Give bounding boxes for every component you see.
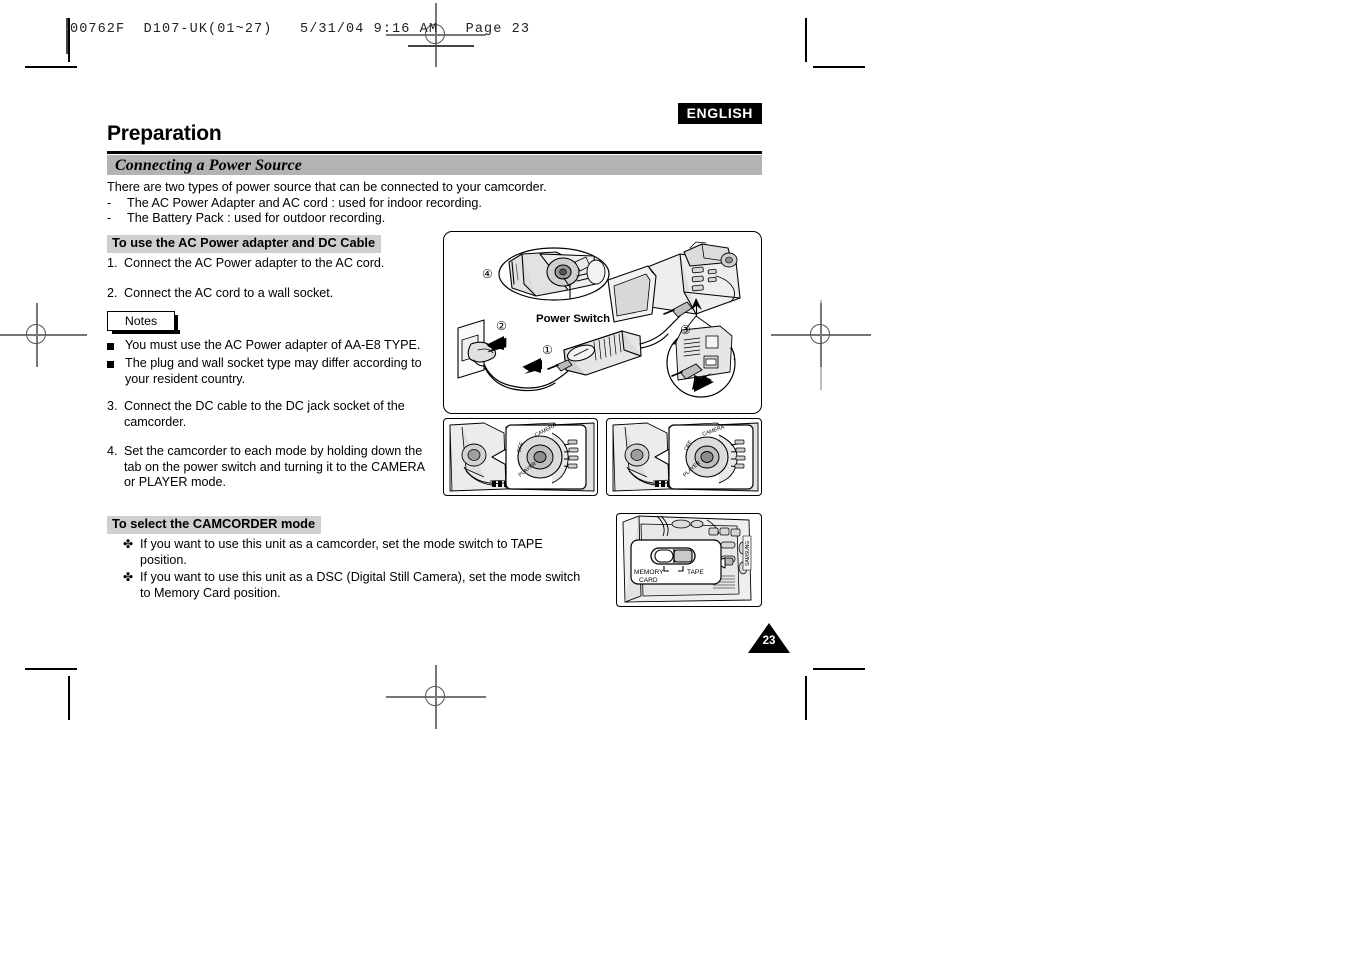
mode-switch-illustration: MEMORY CARD TAPE SAMSUNG — [618, 515, 760, 605]
callout-4: ④ — [482, 267, 493, 281]
bullet-text: If you want to use this unit as a camcor… — [140, 537, 543, 567]
step-text: Connect the AC Power adapter to the AC c… — [124, 256, 385, 270]
notes-label-box: Notes — [107, 311, 180, 334]
intro-item: - The Battery Pack : used for outdoor re… — [107, 211, 747, 227]
section-bar: Connecting a Power Source — [107, 155, 762, 175]
intro-item-text: The AC Power Adapter and AC cord : used … — [127, 195, 482, 210]
square-bullet-icon — [107, 338, 125, 355]
notes-list: You must use the AC Power adapter of AA-… — [107, 338, 437, 389]
figure-power-connection-diagram: ④ ② ① ③ Power Switch — [443, 231, 762, 414]
camcorder-bullet-list: ✤ If you want to use this unit as a camc… — [123, 537, 593, 603]
step-text: Connect the DC cable to the DC jack sock… — [124, 399, 405, 429]
steps-list-top: 1. Connect the AC Power adapter to the A… — [107, 256, 437, 301]
note-text: The plug and wall socket type may differ… — [125, 355, 422, 386]
mode-switch-label-memory: MEMORY — [634, 569, 664, 576]
title-rule — [107, 151, 762, 154]
step-text: Connect the AC cord to a wall socket. — [124, 285, 334, 300]
power-switch-label: Power Switch — [536, 313, 611, 325]
figure-mode-switch: MEMORY CARD TAPE SAMSUNG — [616, 513, 762, 607]
page-number-badge: 23 — [748, 623, 790, 653]
bullet-item: ✤ If you want to use this unit as a DSC … — [123, 570, 593, 602]
square-bullet-icon — [107, 356, 125, 388]
steps-list-bottom: 3. Connect the DC cable to the DC jack s… — [107, 399, 437, 491]
intro-item-text: The Battery Pack : used for outdoor reco… — [127, 211, 386, 226]
page-number: 23 — [762, 635, 776, 647]
step-item: 1. Connect the AC Power adapter to the A… — [107, 256, 437, 272]
manual-page: ENGLISH Preparation Connecting a Power S… — [0, 0, 1351, 954]
intro-lead: There are two types of power source that… — [107, 180, 547, 194]
step-item: 3. Connect the DC cable to the DC jack s… — [107, 399, 437, 430]
fleuron-bullet-icon: ✤ — [123, 537, 134, 551]
brand-label: SAMSUNG — [745, 541, 751, 566]
figure-power-dial-camera: CAMERA OFF PLAYER — [443, 418, 598, 496]
figure-power-dial-player: CAMERA OFF PLAYER — [606, 418, 762, 496]
fleuron-bullet-icon: ✤ — [123, 569, 134, 584]
subheading-camcorder-mode: To select the CAMCORDER mode — [107, 516, 322, 534]
step-number: 4. — [107, 444, 118, 459]
section-bar-label: Connecting a Power Source — [115, 157, 302, 174]
power-dial-illustration-right: CAMERA OFF PLAYER — [609, 421, 759, 493]
power-dial-illustration-left: CAMERA OFF PLAYER — [446, 421, 595, 493]
mode-switch-label-card: CARD — [639, 577, 658, 584]
language-badge: ENGLISH — [677, 103, 762, 124]
subheading-ac-power-adapter: To use the AC Power adapter and DC Cable — [107, 235, 382, 253]
bullet-text: If you want to use this unit as a DSC (D… — [140, 569, 581, 600]
step-item: 2. Connect the AC cord to a wall socket. — [107, 286, 437, 302]
step-item: 4. Set the camcorder to each mode by hol… — [107, 444, 437, 491]
intro-item: - The AC Power Adapter and AC cord : use… — [107, 196, 747, 212]
notes-box-shadow-right — [174, 315, 178, 334]
intro-dash: - — [107, 195, 112, 210]
page-title: Preparation — [107, 122, 222, 145]
note-item: You must use the AC Power adapter of AA-… — [107, 338, 437, 355]
bullet-item: ✤ If you want to use this unit as a camc… — [123, 537, 593, 569]
intro-block: There are two types of power source that… — [107, 180, 747, 227]
notes-box-shadow-bottom — [112, 330, 180, 334]
callout-1: ① — [542, 343, 553, 357]
callout-3: ③ — [680, 323, 691, 337]
notes-label: Notes — [124, 314, 158, 328]
step-number: 1. — [107, 256, 118, 270]
step-number: 3. — [107, 399, 118, 413]
note-text: You must use the AC Power adapter of AA-… — [125, 338, 421, 352]
note-item: The plug and wall socket type may differ… — [107, 356, 437, 388]
step-number: 2. — [107, 285, 118, 300]
intro-dash: - — [107, 211, 112, 226]
callout-2: ② — [496, 319, 507, 333]
mode-switch-label-tape: TAPE — [687, 569, 704, 576]
step-text: Set the camcorder to each mode by holdin… — [124, 444, 425, 490]
